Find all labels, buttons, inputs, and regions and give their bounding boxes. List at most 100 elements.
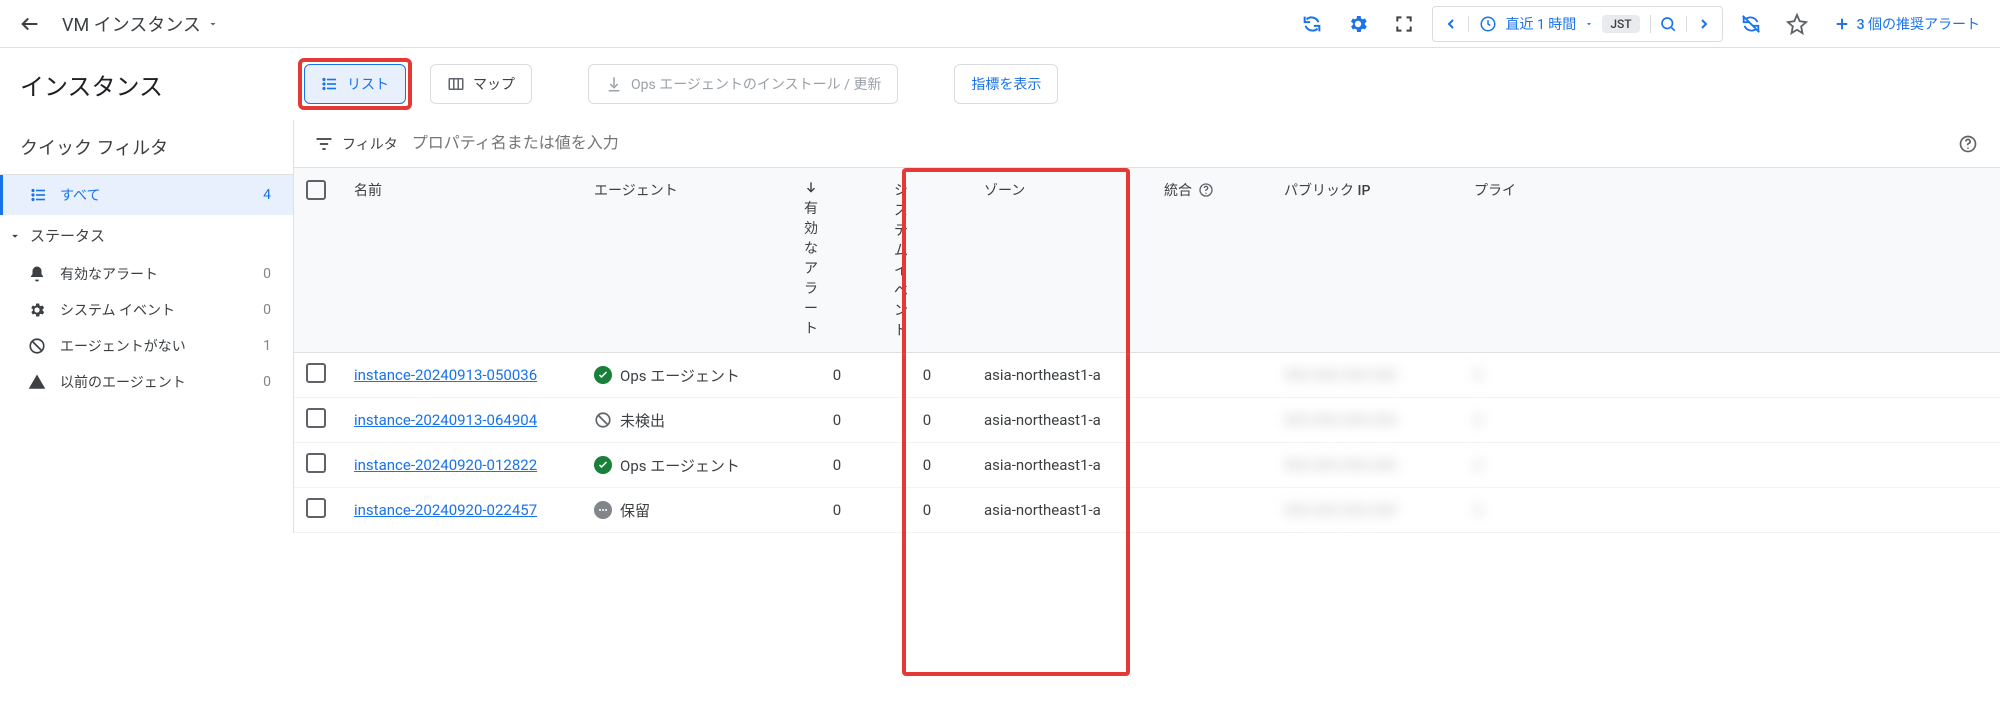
refresh-button[interactable] (1294, 6, 1330, 42)
filter-input[interactable] (412, 135, 1980, 153)
help-icon (1958, 134, 1978, 154)
download-icon (605, 75, 623, 93)
agent-status-text: Ops エージェント (620, 455, 740, 476)
annotation-highlight-list: リスト (298, 58, 412, 110)
caret-down-icon (8, 229, 22, 243)
recommended-alerts-link[interactable]: 3 個の推奨アラート (1825, 14, 1988, 34)
col-system-events[interactable]: システムイベント システムイベント (882, 168, 972, 353)
col-name[interactable]: 名前 (342, 168, 582, 353)
col-integration[interactable]: 統合 (1152, 168, 1272, 353)
toolbar: インスタンス リスト マップ Ops エージェントのインストール / 更新 指標… (0, 48, 2000, 120)
sidebar-item-label: 有効なアラート (60, 264, 158, 284)
row-checkbox[interactable] (306, 453, 326, 473)
col-active-alerts[interactable]: 有効なアラート 有効なアラート (792, 168, 882, 353)
chevron-right-icon (1696, 16, 1712, 32)
time-range-label: 直近 1 時間 (1505, 14, 1576, 34)
select-all-checkbox[interactable] (306, 180, 326, 200)
sidebar-all-label: すべて (60, 185, 100, 205)
instance-link[interactable]: instance-20240913-064904 (354, 411, 537, 429)
instances-table: 名前 エージェント 有効なアラート 有効なアラート システムイベント システムイ… (294, 168, 2000, 533)
auto-refresh-off-icon (1740, 13, 1762, 35)
help-button[interactable] (1950, 126, 1986, 162)
sidebar-item-system-events[interactable]: システム イベント 0 (0, 292, 293, 328)
time-range-button[interactable]: 直近 1 時間 JST (1469, 14, 1649, 34)
cell-alerts: 0 (792, 353, 882, 398)
clock-icon (1479, 15, 1497, 33)
cell-zone: asia-northeast1-a (972, 488, 1152, 533)
status-not-detected-icon (594, 411, 612, 429)
page-scope-dropdown[interactable]: VM インスタンス (62, 11, 219, 37)
list-icon (30, 186, 48, 204)
chevron-left-icon (1443, 16, 1459, 32)
agent-status-text: 未検出 (620, 410, 665, 431)
help-icon (1198, 182, 1214, 198)
cell-alerts: 0 (792, 398, 882, 443)
install-ops-agent-button[interactable]: Ops エージェントのインストール / 更新 (588, 64, 898, 104)
sidebar: クイック フィルタ すべて 4 ステータス 有効なアラート 0 システム イベン… (0, 120, 294, 533)
table-row: instance-20240920-022457 保留 0 0 asia-nor… (294, 488, 2000, 533)
sidebar-item-label: エージェントがない (60, 336, 186, 356)
sidebar-item-count: 1 (263, 338, 271, 354)
time-search-button[interactable] (1650, 15, 1686, 33)
back-button[interactable] (12, 6, 48, 42)
agent-status-text: Ops エージェント (620, 365, 740, 386)
cell-alerts: 0 (792, 443, 882, 488)
row-checkbox[interactable] (306, 363, 326, 383)
status-ok-icon (594, 366, 612, 384)
cell-sysevents: 0 (882, 488, 972, 533)
settings-button[interactable] (1340, 6, 1376, 42)
filter-label-text: フィルタ (342, 134, 398, 154)
table-row: instance-20240913-050036 Ops エージェント 0 0 … (294, 353, 2000, 398)
sidebar-all-count: 4 (263, 187, 271, 203)
auto-refresh-toggle[interactable] (1733, 6, 1769, 42)
status-pending-icon (594, 501, 612, 519)
cell-private-ip: 0 (1474, 366, 1482, 384)
cell-zone: asia-northeast1-a (972, 398, 1152, 443)
recommended-alerts-label: 3 個の推奨アラート (1857, 14, 1980, 34)
star-outline-icon (1786, 13, 1808, 35)
view-map-button[interactable]: マップ (430, 64, 532, 104)
sidebar-item-label: 以前のエージェント (60, 372, 186, 392)
timezone-chip[interactable]: JST (1602, 15, 1639, 33)
instance-link[interactable]: instance-20240920-012822 (354, 456, 537, 474)
star-button[interactable] (1779, 6, 1815, 42)
filter-icon (314, 134, 334, 154)
row-checkbox[interactable] (306, 408, 326, 428)
col-agent[interactable]: エージェント (582, 168, 792, 353)
cell-private-ip: 0 (1474, 456, 1482, 474)
cell-private-ip: 0 (1474, 411, 1482, 429)
cell-sysevents: 0 (882, 398, 972, 443)
cell-public-ip: 000.000.000.000 (1284, 456, 1397, 474)
cell-sysevents: 0 (882, 353, 972, 398)
view-list-button[interactable]: リスト (304, 64, 406, 104)
instance-link[interactable]: instance-20240920-022457 (354, 501, 537, 519)
sidebar-status-label: ステータス (30, 225, 105, 246)
sidebar-item-legacy-agent[interactable]: 以前のエージェント 0 (0, 364, 293, 400)
col-private-ip[interactable]: プライ (1462, 168, 2000, 353)
fullscreen-button[interactable] (1386, 6, 1422, 42)
sidebar-status-section[interactable]: ステータス (0, 215, 293, 256)
show-metrics-button[interactable]: 指標を表示 (954, 64, 1058, 104)
warning-icon (28, 373, 46, 391)
col-public-ip[interactable]: パブリック IP (1272, 168, 1462, 353)
time-next-button[interactable] (1686, 16, 1722, 32)
table-row: instance-20240913-064904 未検出 0 0 asia-no… (294, 398, 2000, 443)
content: フィルタ 名前 エージェント 有効 (294, 120, 2000, 533)
time-prev-button[interactable] (1433, 16, 1469, 32)
sidebar-header: クイック フィルタ (0, 120, 293, 175)
col-zone[interactable]: ゾーン (972, 168, 1152, 353)
sidebar-item-active-alerts[interactable]: 有効なアラート 0 (0, 256, 293, 292)
status-ok-icon (594, 456, 612, 474)
cell-private-ip: 0 (1474, 501, 1482, 519)
instance-link[interactable]: instance-20240913-050036 (354, 366, 537, 384)
install-ops-agent-label: Ops エージェントのインストール / 更新 (631, 74, 881, 94)
no-agent-icon (28, 337, 46, 355)
arrow-down-icon (804, 180, 818, 194)
cell-public-ip: 000.000.000.000 (1284, 411, 1397, 429)
cell-public-ip: 000.000.000.000 (1284, 501, 1397, 519)
sidebar-item-no-agent[interactable]: エージェントがない 1 (0, 328, 293, 364)
gear-event-icon (28, 301, 46, 319)
row-checkbox[interactable] (306, 498, 326, 518)
sidebar-filter-all[interactable]: すべて 4 (0, 175, 293, 215)
refresh-icon (1301, 13, 1323, 35)
